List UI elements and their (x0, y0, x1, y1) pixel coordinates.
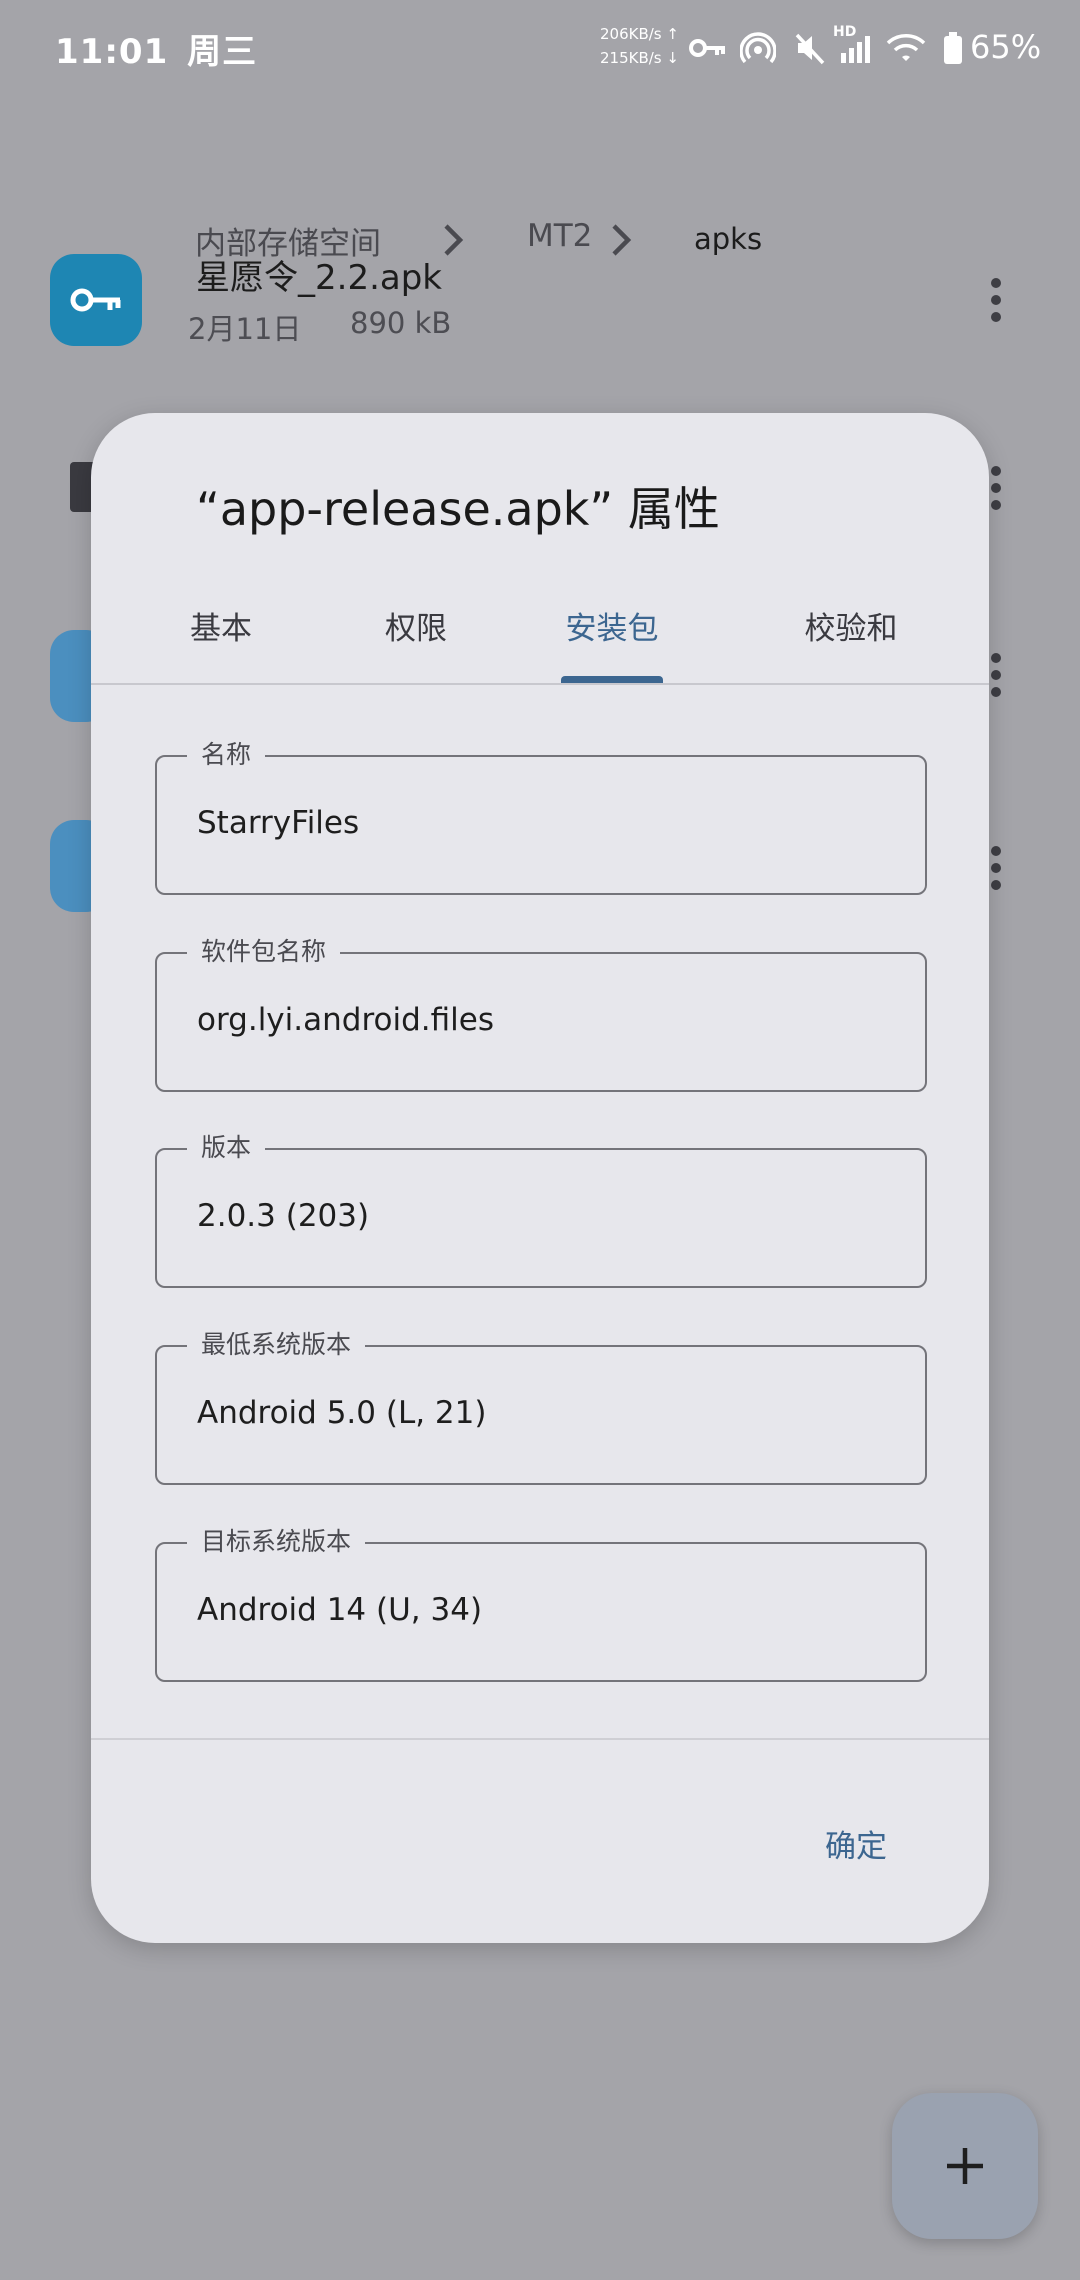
field-value: Android 5.0 (L, 21) (197, 1395, 487, 1431)
field-value: org.lyi.android.files (197, 1002, 494, 1038)
field-label: 软件包名称 (187, 932, 341, 968)
plus-icon (947, 2148, 983, 2184)
target-sdk-field[interactable]: 目标系统版本 Android 14 (U, 34) (155, 1522, 927, 1682)
field-value: StarryFiles (197, 805, 360, 841)
field-label: 名称 (187, 735, 266, 771)
field-value: 2.0.3 (203) (197, 1198, 370, 1234)
file-size: 890 kB (350, 306, 452, 340)
list-item[interactable]: 星愿令_2.2.apk 2月11日 890 kB (0, 230, 1080, 370)
tab-checksum[interactable]: 校验和 (781, 603, 921, 648)
status-bar: 11:01 周三 206KB/s ↑ 215KB/s ↓ HD 65% (0, 0, 1080, 95)
file-name: 星愿令_2.2.apk (196, 258, 442, 298)
wifi-icon (883, 26, 929, 70)
file-date: 2月11日 (188, 312, 302, 346)
field-label: 目标系统版本 (187, 1522, 366, 1558)
add-button[interactable] (892, 2093, 1038, 2239)
name-field[interactable]: 名称 StarryFiles (155, 735, 927, 895)
more-options-icon[interactable] (980, 270, 1012, 330)
hotspot-icon (738, 26, 778, 70)
tab-package[interactable]: 安装包 (542, 603, 682, 648)
properties-dialog: “app-release.apk” 属性 基本 权限 安装包 校验和 名称 St… (91, 413, 989, 1943)
battery-icon (940, 26, 966, 70)
mute-icon (793, 26, 827, 70)
field-label: 版本 (187, 1128, 266, 1164)
network-speed: 206KB/s ↑ 215KB/s ↓ (600, 22, 679, 70)
key-icon (688, 26, 728, 70)
package-name-field[interactable]: 软件包名称 org.lyi.android.files (155, 932, 927, 1092)
action-divider (91, 1738, 989, 1740)
ok-button[interactable]: 确定 (791, 1808, 921, 1878)
version-field[interactable]: 版本 2.0.3 (203) (155, 1128, 927, 1288)
download-speed: 215KB/s ↓ (600, 49, 679, 67)
tab-basic[interactable]: 基本 (151, 603, 291, 648)
key-icon (50, 254, 142, 346)
field-value: Android 14 (U, 34) (197, 1592, 483, 1628)
min-sdk-field[interactable]: 最低系统版本 Android 5.0 (L, 21) (155, 1325, 927, 1485)
battery-level: 65% (970, 28, 1042, 66)
status-time: 11:01 周三 (55, 32, 258, 72)
package-info-scroll[interactable]: 名称 StarryFiles 软件包名称 org.lyi.android.fil… (91, 685, 989, 1705)
upload-speed: 206KB/s ↑ (600, 25, 679, 43)
dialog-title: “app-release.apk” 属性 (196, 482, 720, 536)
tab-permissions[interactable]: 权限 (346, 603, 486, 648)
breadcrumb: 内部存储空间 MT2 apks (0, 100, 1080, 262)
signal-icon: HD (833, 24, 877, 70)
field-label: 最低系统版本 (187, 1325, 366, 1361)
